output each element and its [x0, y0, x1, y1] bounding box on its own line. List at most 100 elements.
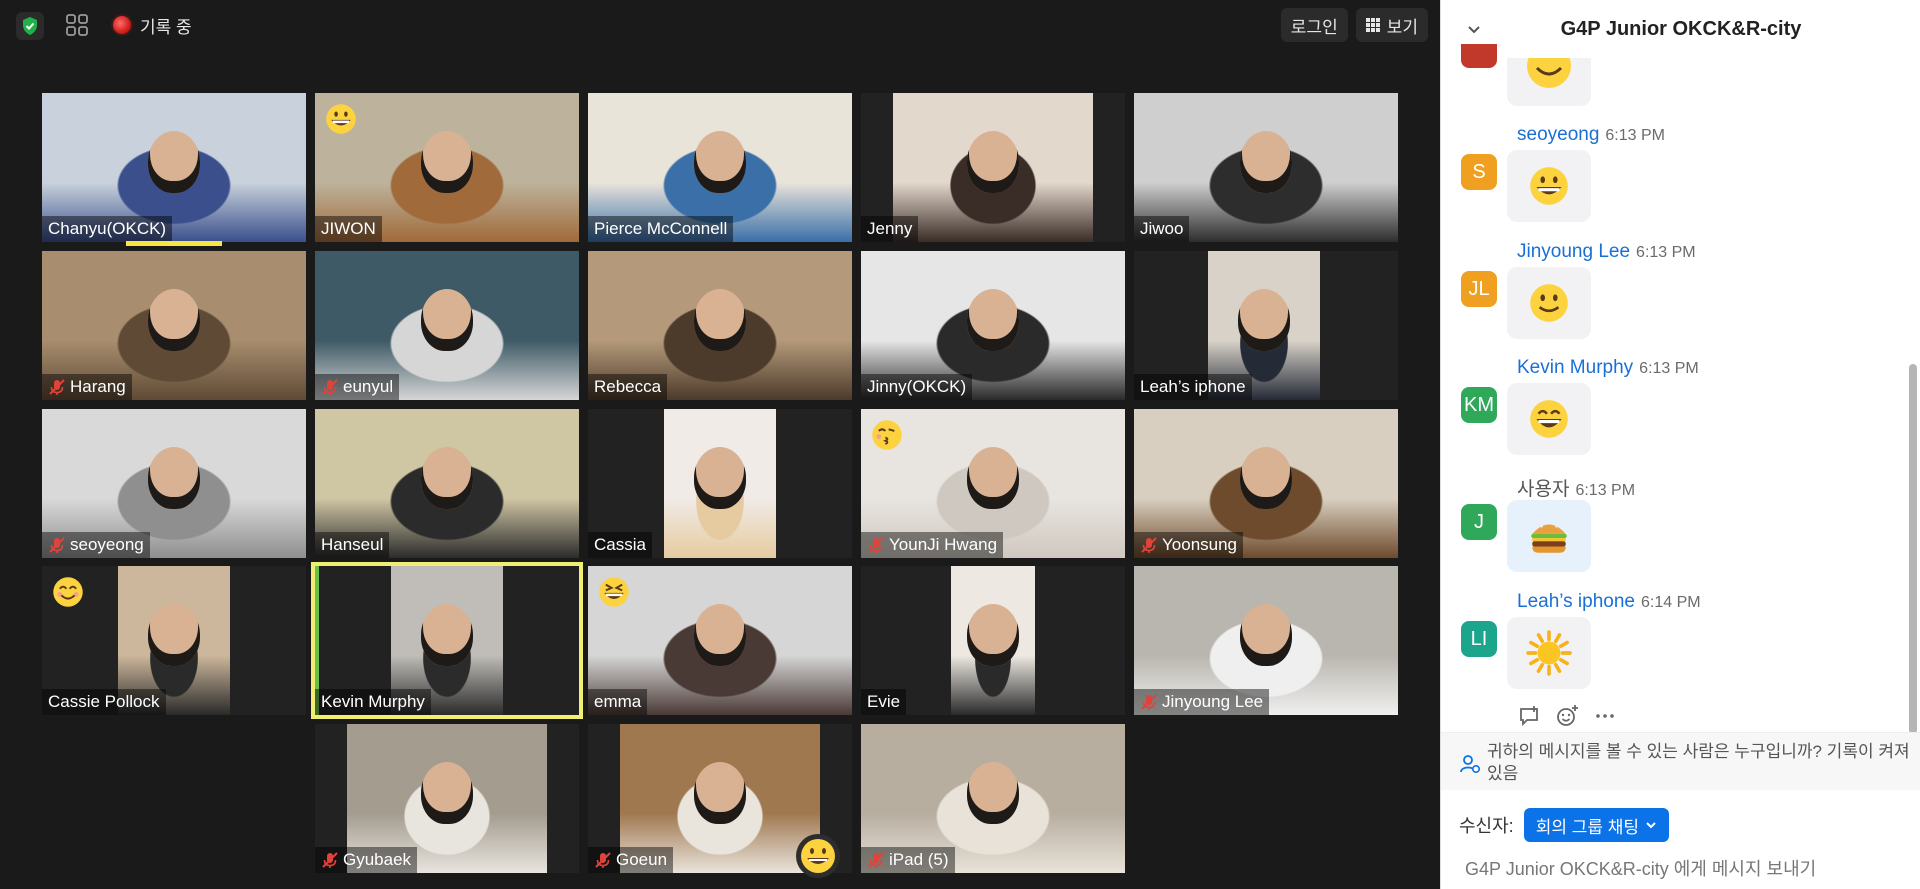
sender-name[interactable]: Kevin Murphy [1517, 357, 1633, 378]
avatar[interactable]: JL [1461, 271, 1497, 307]
participant-tile[interactable]: Jenny [861, 93, 1125, 242]
person-silhouette [148, 131, 200, 193]
zoom-app: 기록 중 로그인 보기 Chanyu(OKCK) JIWON Pierce McCo… [0, 0, 1920, 889]
participant-name-label: Chanyu(OKCK) [42, 216, 173, 242]
person-silhouette [1240, 131, 1292, 193]
sender-name[interactable]: seoyeong [1517, 124, 1599, 145]
participant-name-label: Hanseul [315, 532, 390, 558]
participant-name-label: eunyul [315, 374, 400, 400]
avatar[interactable]: J [1461, 504, 1497, 540]
meeting-area: 기록 중 로그인 보기 Chanyu(OKCK) JIWON Pierce McCo… [0, 0, 1440, 889]
participant-name: Jinny(OKCK) [867, 377, 967, 396]
more-options-icon[interactable] [1593, 704, 1617, 728]
participant-name: Jenny [867, 219, 913, 238]
participant-tile[interactable]: Gyubaek [315, 724, 579, 873]
sender-name[interactable]: Jinyoung Lee [1517, 241, 1630, 262]
participant-name-label: YounJi Hwang [861, 532, 1004, 558]
participant-name-label: Jenny [861, 216, 919, 242]
participant-tile[interactable]: iPad (5) [861, 724, 1125, 873]
participant-tile[interactable]: Pierce McConnell [588, 93, 852, 242]
participant-tile[interactable]: emma [588, 566, 852, 715]
sender-name[interactable]: Leah’s iphone [1517, 591, 1635, 612]
participant-tile[interactable]: YounJi Hwang [861, 409, 1125, 558]
view-button[interactable]: 보기 [1355, 8, 1428, 42]
mic-muted-icon [594, 851, 612, 869]
login-button[interactable]: 로그인 [1280, 8, 1348, 42]
participant-name-label: Goeun [588, 847, 674, 873]
participant-name-label: Jiwoo [1134, 216, 1190, 242]
participant-name: iPad (5) [889, 850, 949, 869]
privacy-notice[interactable]: 귀하의 메시지를 볼 수 있는 사람은 누구입니까? 기록이 켜져 있음 [1441, 732, 1920, 790]
participant-name: JIWON [321, 219, 376, 238]
message-header: Jinyoung Lee 6:13 PM [1517, 241, 1696, 263]
participant-name-label: Rebecca [588, 374, 668, 400]
participant-tile[interactable]: Evie [861, 566, 1125, 715]
participant-name-label: Yoonsung [1134, 532, 1244, 558]
person-silhouette [148, 447, 200, 509]
person-silhouette [421, 762, 473, 824]
message-header: 사용자 6:13 PM [1517, 474, 1635, 501]
participant-name: seoyeong [70, 535, 144, 554]
participant-tile[interactable]: Cassia [588, 409, 852, 558]
participant-name: emma [594, 692, 642, 711]
gallery-grid-icon[interactable] [64, 12, 90, 38]
participant-tile[interactable]: seoyeong [42, 409, 306, 558]
message-input[interactable]: G4P Junior OKCK&R-city 에게 메시지 보내기 [1465, 855, 1816, 881]
participant-tile[interactable]: Hanseul [315, 409, 579, 558]
reply-thread-icon[interactable] [1517, 704, 1541, 728]
recipient-dropdown[interactable]: 회의 그룹 채팅 [1523, 808, 1669, 842]
person-silhouette [148, 289, 200, 351]
participant-name: Kevin Murphy [321, 692, 425, 711]
participant-name-label: Kevin Murphy [315, 689, 431, 715]
chat-title: G4P Junior OKCK&R-city [1560, 17, 1802, 40]
participant-tile[interactable]: JIWON [315, 93, 579, 242]
participant-tile[interactable]: Cassie Pollock [42, 566, 306, 715]
emoji-big-grin-icon [1507, 383, 1591, 455]
add-reaction-icon[interactable] [1555, 704, 1579, 728]
avatar[interactable]: LI [1461, 621, 1497, 657]
avatar[interactable]: KM [1461, 387, 1497, 423]
participant-tile[interactable]: Jinny(OKCK) [861, 251, 1125, 400]
participant-name: Rebecca [594, 377, 662, 396]
privacy-notice-text: 귀하의 메시지를 볼 수 있는 사람은 누구입니까? 기록이 켜져 있음 [1487, 742, 1910, 783]
participant-name: Goeun [616, 850, 668, 869]
person-silhouette [1240, 447, 1292, 509]
mic-muted-icon [321, 851, 339, 869]
participant-name: Hanseul [321, 535, 384, 554]
participant-tile[interactable]: Leah’s iphone [1134, 251, 1398, 400]
person-silhouette [694, 131, 746, 193]
recipient-value: 회의 그룹 채팅 [1535, 817, 1639, 837]
floating-reaction-grin-icon [796, 834, 840, 878]
participant-name: Harang [70, 377, 126, 396]
chevron-down-icon[interactable] [1465, 20, 1483, 38]
mic-muted-icon [867, 851, 885, 869]
avatar[interactable]: S [1461, 154, 1497, 190]
reaction-kiss-icon [869, 417, 905, 453]
emoji-slight-smile-icon [1507, 267, 1591, 339]
participant-tile[interactable]: Harang [42, 251, 306, 400]
participant-tile[interactable]: Jinyoung Lee [1134, 566, 1398, 715]
participant-tile[interactable]: Kevin Murphy [311, 562, 583, 719]
person-silhouette [421, 447, 473, 509]
person-silhouette [421, 289, 473, 351]
participant-tile[interactable]: Rebecca [588, 251, 852, 400]
participant-name-label: Jinyoung Lee [1134, 689, 1270, 715]
message-time: 6:13 PM [1636, 244, 1696, 261]
participant-tile[interactable]: Yoonsung [1134, 409, 1398, 558]
reaction-grin-icon [323, 101, 359, 137]
participant-name: Jiwoo [1140, 219, 1184, 238]
recording-label: 기록 중 [140, 17, 192, 37]
view-grid-icon [1365, 17, 1381, 33]
participant-tile[interactable]: Jiwoo [1134, 93, 1398, 242]
participant-name-label: Cassia [588, 532, 652, 558]
participant-tile[interactable]: Chanyu(OKCK) [42, 93, 306, 242]
participant-tile[interactable]: eunyul [315, 251, 579, 400]
participant-name: Evie [867, 692, 901, 711]
sender-name[interactable]: 사용자 [1517, 479, 1569, 500]
recording-indicator[interactable]: 기록 중 [113, 13, 192, 37]
participant-name: Chanyu(OKCK) [48, 219, 167, 238]
security-shield-icon[interactable] [16, 12, 44, 40]
person-silhouette [421, 131, 473, 193]
chat-scrollbar-thumb[interactable] [1909, 364, 1917, 734]
person-silhouette [967, 447, 1019, 509]
